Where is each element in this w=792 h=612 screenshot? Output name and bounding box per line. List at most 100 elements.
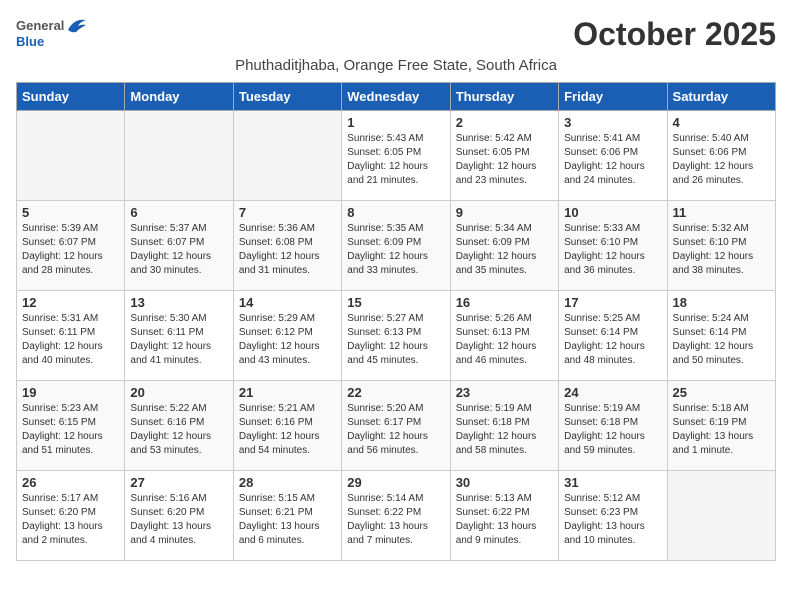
day-number: 24 [564,385,661,400]
day-info: Sunrise: 5:30 AMSunset: 6:11 PMDaylight:… [130,312,227,368]
header-friday: Friday [559,83,667,111]
calendar-cell: 15 Sunrise: 5:27 AMSunset: 6:13 PMDayligh… [342,291,450,381]
day-info: Sunrise: 5:27 AMSunset: 6:13 PMDaylight:… [347,312,444,368]
day-number: 3 [564,115,661,130]
calendar-cell: 3 Sunrise: 5:41 AMSunset: 6:06 PMDaylight… [559,111,667,201]
location-title: Phuthaditjhaba, Orange Free State, South… [16,57,776,74]
calendar-cell: 30 Sunrise: 5:13 AMSunset: 6:22 PMDayligh… [450,471,558,561]
calendar-week-row: 19Sunrise: 5:23 AMSunset: 6:15 PMDayligh… [17,381,776,471]
day-info: Sunrise: 5:14 AMSunset: 6:22 PMDaylight:… [347,492,444,548]
day-number: 22 [347,385,444,400]
calendar-cell: 5 Sunrise: 5:39 AMSunset: 6:07 PMDaylight… [17,201,125,291]
day-number: 15 [347,295,444,310]
calendar-cell: 2 Sunrise: 5:42 AMSunset: 6:05 PMDaylight… [450,111,558,201]
header-monday: Monday [125,83,233,111]
calendar-cell: 8 Sunrise: 5:35 AMSunset: 6:09 PMDaylight… [342,201,450,291]
day-number: 14 [239,295,336,310]
calendar-cell [233,111,341,201]
day-number: 1 [347,115,444,130]
day-info: Sunrise: 5:36 AMSunset: 6:08 PMDaylight:… [239,222,336,278]
header-wednesday: Wednesday [342,83,450,111]
calendar-cell: 12Sunrise: 5:31 AMSunset: 6:11 PMDayligh… [17,291,125,381]
calendar-cell [125,111,233,201]
calendar-week-row: 12Sunrise: 5:31 AMSunset: 6:11 PMDayligh… [17,291,776,381]
day-number: 8 [347,205,444,220]
calendar-header-row: SundayMondayTuesdayWednesdayThursdayFrid… [17,83,776,111]
day-info: Sunrise: 5:18 AMSunset: 6:19 PMDaylight:… [673,402,770,458]
day-number: 23 [456,385,553,400]
calendar-cell: 20 Sunrise: 5:22 AMSunset: 6:16 PMDayligh… [125,381,233,471]
day-info: Sunrise: 5:12 AMSunset: 6:23 PMDaylight:… [564,492,661,548]
day-number: 25 [673,385,770,400]
header-thursday: Thursday [450,83,558,111]
calendar-cell: 26Sunrise: 5:17 AMSunset: 6:20 PMDayligh… [17,471,125,561]
calendar-cell: 17 Sunrise: 5:25 AMSunset: 6:14 PMDayligh… [559,291,667,381]
calendar-cell: 14 Sunrise: 5:29 AMSunset: 6:12 PMDayligh… [233,291,341,381]
day-number: 16 [456,295,553,310]
day-info: Sunrise: 5:22 AMSunset: 6:16 PMDaylight:… [130,402,227,458]
day-info: Sunrise: 5:17 AMSunset: 6:20 PMDaylight:… [22,492,119,548]
day-number: 7 [239,205,336,220]
calendar-cell: 24 Sunrise: 5:19 AMSunset: 6:18 PMDayligh… [559,381,667,471]
day-info: Sunrise: 5:24 AMSunset: 6:14 PMDaylight:… [673,312,770,368]
calendar-cell: 6Sunrise: 5:37 AMSunset: 6:07 PMDaylight… [125,201,233,291]
day-number: 4 [673,115,770,130]
logo-bird-icon [66,16,88,34]
day-info: Sunrise: 5:35 AMSunset: 6:09 PMDaylight:… [347,222,444,278]
day-number: 11 [673,205,770,220]
day-info: Sunrise: 5:34 AMSunset: 6:09 PMDaylight:… [456,222,553,278]
calendar-cell: 9 Sunrise: 5:34 AMSunset: 6:09 PMDaylight… [450,201,558,291]
day-number: 30 [456,475,553,490]
day-info: Sunrise: 5:37 AMSunset: 6:07 PMDaylight:… [130,222,227,278]
day-info: Sunrise: 5:19 AMSunset: 6:18 PMDaylight:… [564,402,661,458]
calendar-cell: 4Sunrise: 5:40 AMSunset: 6:06 PMDaylight… [667,111,775,201]
calendar-cell: 11Sunrise: 5:32 AMSunset: 6:10 PMDayligh… [667,201,775,291]
logo-blue: Blue [16,34,44,49]
day-info: Sunrise: 5:41 AMSunset: 6:06 PMDaylight:… [564,132,661,188]
calendar-cell: 22 Sunrise: 5:20 AMSunset: 6:17 PMDayligh… [342,381,450,471]
header-saturday: Saturday [667,83,775,111]
calendar-cell [667,471,775,561]
calendar-cell: 21Sunrise: 5:21 AMSunset: 6:16 PMDayligh… [233,381,341,471]
calendar-week-row: 1Sunrise: 5:43 AMSunset: 6:05 PMDaylight… [17,111,776,201]
calendar-cell: 29Sunrise: 5:14 AMSunset: 6:22 PMDayligh… [342,471,450,561]
day-info: Sunrise: 5:31 AMSunset: 6:11 PMDaylight:… [22,312,119,368]
day-info: Sunrise: 5:13 AMSunset: 6:22 PMDaylight:… [456,492,553,548]
day-number: 17 [564,295,661,310]
day-number: 28 [239,475,336,490]
day-info: Sunrise: 5:19 AMSunset: 6:18 PMDaylight:… [456,402,553,458]
day-info: Sunrise: 5:39 AMSunset: 6:07 PMDaylight:… [22,222,119,278]
day-number: 20 [130,385,227,400]
calendar-week-row: 5 Sunrise: 5:39 AMSunset: 6:07 PMDaylight… [17,201,776,291]
day-number: 21 [239,385,336,400]
day-number: 18 [673,295,770,310]
header-tuesday: Tuesday [233,83,341,111]
day-info: Sunrise: 5:33 AMSunset: 6:10 PMDaylight:… [564,222,661,278]
day-number: 9 [456,205,553,220]
calendar-week-row: 26Sunrise: 5:17 AMSunset: 6:20 PMDayligh… [17,471,776,561]
logo: General Blue [16,16,88,49]
calendar-cell: 10 Sunrise: 5:33 AMSunset: 6:10 PMDayligh… [559,201,667,291]
day-info: Sunrise: 5:16 AMSunset: 6:20 PMDaylight:… [130,492,227,548]
month-title: October 2025 [573,16,776,53]
day-number: 13 [130,295,227,310]
day-number: 27 [130,475,227,490]
calendar-cell: 16 Sunrise: 5:26 AMSunset: 6:13 PMDayligh… [450,291,558,381]
day-info: Sunrise: 5:25 AMSunset: 6:14 PMDaylight:… [564,312,661,368]
calendar-cell: 28 Sunrise: 5:15 AMSunset: 6:21 PMDayligh… [233,471,341,561]
day-number: 5 [22,205,119,220]
day-number: 31 [564,475,661,490]
day-info: Sunrise: 5:23 AMSunset: 6:15 PMDaylight:… [22,402,119,458]
page-header: General Blue October 2025 [16,16,776,53]
calendar-cell: 13 Sunrise: 5:30 AMSunset: 6:11 PMDayligh… [125,291,233,381]
calendar-cell: 1Sunrise: 5:43 AMSunset: 6:05 PMDaylight… [342,111,450,201]
day-info: Sunrise: 5:26 AMSunset: 6:13 PMDaylight:… [456,312,553,368]
calendar-cell: 31 Sunrise: 5:12 AMSunset: 6:23 PMDayligh… [559,471,667,561]
day-info: Sunrise: 5:20 AMSunset: 6:17 PMDaylight:… [347,402,444,458]
day-number: 2 [456,115,553,130]
day-info: Sunrise: 5:29 AMSunset: 6:12 PMDaylight:… [239,312,336,368]
header-sunday: Sunday [17,83,125,111]
day-number: 10 [564,205,661,220]
day-info: Sunrise: 5:42 AMSunset: 6:05 PMDaylight:… [456,132,553,188]
day-info: Sunrise: 5:15 AMSunset: 6:21 PMDaylight:… [239,492,336,548]
